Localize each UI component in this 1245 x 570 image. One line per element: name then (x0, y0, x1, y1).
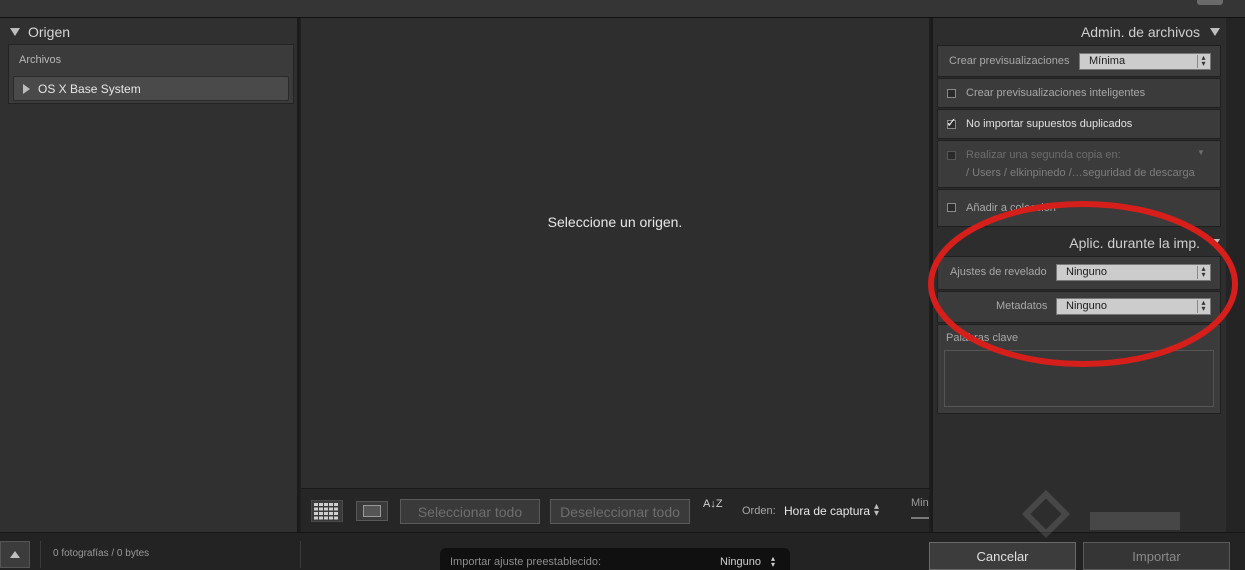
deselect-all-button[interactable]: Deseleccionar todo (550, 499, 690, 524)
smart-previews-label: Crear previsualizaciones inteligentes (966, 87, 1146, 99)
sort-select[interactable]: Hora de captura (784, 504, 870, 518)
add-collection-label: Añadir a colección (966, 202, 1056, 214)
grid-view-icon[interactable] (311, 500, 343, 522)
build-previews-label: Crear previsualizaciones (949, 55, 1070, 67)
files-section-label: Archivos (19, 54, 62, 66)
import-preset-label: Importar ajuste preestablecido: (450, 556, 602, 568)
volume-item[interactable]: OS X Base System (13, 76, 289, 101)
import-button[interactable]: Importar (1083, 542, 1230, 570)
collapse-triangle-icon (1210, 239, 1220, 247)
develop-settings-select[interactable]: Ninguno ▴ ▾ (1056, 264, 1211, 281)
apply-during-import-title: Aplic. durante la imp. (1069, 235, 1200, 251)
second-copy-label: Realizar una segunda copia en: (966, 149, 1121, 161)
file-handling-header[interactable]: Admin. de archivos (936, 22, 1220, 42)
dropdown-arrow-icon[interactable]: ▼ (1197, 148, 1205, 157)
select-stepper-icon: ▴ ▾ (1197, 54, 1209, 68)
sort-label: Orden: (742, 505, 776, 517)
window-control-icon[interactable] (1197, 0, 1223, 5)
import-preset-select[interactable]: Ninguno (720, 556, 761, 568)
preview-area (301, 18, 929, 488)
loupe-view-icon (363, 505, 381, 517)
collapse-triangle-icon (10, 28, 20, 36)
thumbnail-size-slider[interactable] (911, 517, 929, 519)
panel-scroll-gutter[interactable] (1226, 18, 1245, 532)
empty-source-message: Seleccione un origen. (547, 214, 683, 230)
second-copy-checkbox[interactable] (947, 151, 956, 160)
select-stepper-icon: ▴ ▾ (1197, 265, 1209, 279)
sort-direction-icon[interactable]: A↓Z (703, 499, 735, 525)
file-handling-title: Admin. de archivos (1080, 24, 1200, 40)
metadata-select[interactable]: Ninguno ▴ ▾ (1056, 298, 1211, 315)
add-collection-checkbox[interactable] (947, 203, 956, 212)
select-all-button[interactable]: Seleccionar todo (400, 499, 540, 524)
no-duplicates-label: No importar supuestos duplicados (966, 118, 1133, 130)
divider (300, 541, 301, 568)
apply-during-import-header[interactable]: Aplic. durante la imp. (936, 233, 1220, 253)
select-stepper-icon: ▴ ▾ (771, 554, 776, 569)
expand-triangle-icon (10, 551, 20, 558)
second-copy-path: / Users / elkinpinedo /…seguridad de des… (966, 167, 1195, 179)
source-panel-header[interactable]: Origen (10, 22, 290, 42)
metadata-label: Metadatos (996, 300, 1048, 312)
cancel-button[interactable]: Cancelar (929, 542, 1076, 570)
expand-dialog-button[interactable] (0, 541, 30, 568)
thumbnail-size-label: Min (911, 497, 929, 509)
expand-triangle-icon[interactable] (23, 83, 30, 94)
volume-label: OS X Base System (38, 81, 141, 96)
collapse-triangle-icon (1210, 28, 1220, 36)
smart-previews-checkbox[interactable] (947, 89, 956, 98)
source-panel-title: Origen (28, 24, 71, 40)
second-copy-row (937, 140, 1221, 188)
checkmark-icon: ✓ (946, 115, 957, 130)
title-strip (0, 0, 1245, 18)
develop-settings-label: Ajustes de revelado (950, 266, 1047, 278)
build-previews-select[interactable]: Mínima ▴ ▾ (1079, 53, 1211, 70)
photo-count: 0 fotografías / 0 bytes (53, 548, 150, 559)
keywords-label: Palabras clave (946, 332, 1019, 344)
divider (40, 541, 41, 568)
select-stepper-icon: ▴ ▾ (1197, 299, 1209, 313)
sort-stepper-icon[interactable]: ▴ ▾ (874, 502, 879, 519)
keywords-textarea[interactable] (944, 350, 1214, 407)
